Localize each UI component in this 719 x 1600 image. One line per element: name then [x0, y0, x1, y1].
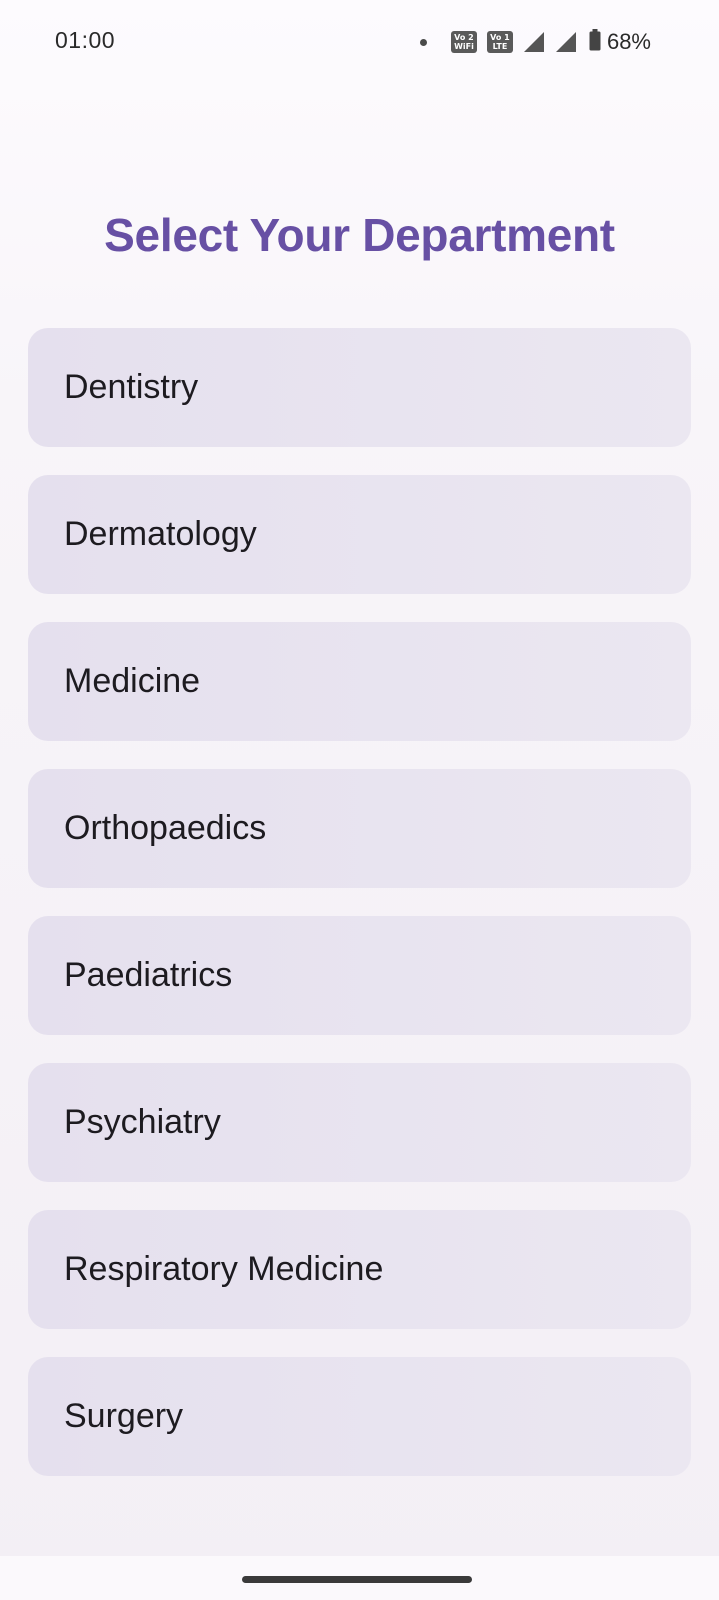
department-label: Dentistry	[64, 368, 199, 406]
department-item-orthopaedics[interactable]: Orthopaedics	[28, 769, 691, 888]
department-item-surgery[interactable]: Surgery	[28, 1357, 691, 1476]
department-label: Orthopaedics	[64, 809, 267, 847]
vowifi-badge-bottom: WiFi	[454, 42, 474, 51]
home-gesture-handle[interactable]	[242, 1576, 472, 1583]
department-item-respiratory-medicine[interactable]: Respiratory Medicine	[28, 1210, 691, 1329]
department-list: Dentistry Dermatology Medicine Orthopaed…	[28, 328, 691, 1504]
department-item-dermatology[interactable]: Dermatology	[28, 475, 691, 594]
page-title: Select Your Department	[104, 209, 615, 261]
department-label: Dermatology	[64, 515, 257, 553]
vowifi-badge-top: Vo 2	[454, 33, 474, 42]
gesture-navigation-bar	[0, 1556, 719, 1600]
vowifi-icon: Vo 2 WiFi	[450, 31, 477, 53]
battery-percentage: 68%	[606, 29, 651, 54]
signal-sim1-icon	[523, 31, 545, 53]
department-item-dentistry[interactable]: Dentistry	[28, 328, 691, 447]
battery-icon	[589, 28, 601, 56]
department-label: Medicine	[64, 662, 201, 700]
department-label: Psychiatry	[64, 1103, 221, 1141]
battery-indicator: 68%	[589, 28, 651, 56]
volte-icon: Vo 1 LTE	[486, 31, 513, 53]
volte-badge-top: Vo 1	[490, 33, 510, 42]
notification-dot-icon	[419, 38, 427, 46]
status-icons: Vo 2 WiFi Vo 1 LTE 68%	[419, 28, 651, 56]
signal-sim2-icon	[555, 31, 577, 53]
department-label: Surgery	[64, 1397, 184, 1435]
status-time: 01:00	[55, 27, 116, 53]
department-item-psychiatry[interactable]: Psychiatry	[28, 1063, 691, 1182]
department-item-medicine[interactable]: Medicine	[28, 622, 691, 741]
department-label: Paediatrics	[64, 956, 233, 994]
status-bar: 01:00 Vo 2 WiFi Vo 1 LTE 68%	[0, 0, 719, 84]
volte-badge-bottom: LTE	[492, 42, 508, 51]
department-label: Respiratory Medicine	[64, 1250, 384, 1288]
department-item-paediatrics[interactable]: Paediatrics	[28, 916, 691, 1035]
